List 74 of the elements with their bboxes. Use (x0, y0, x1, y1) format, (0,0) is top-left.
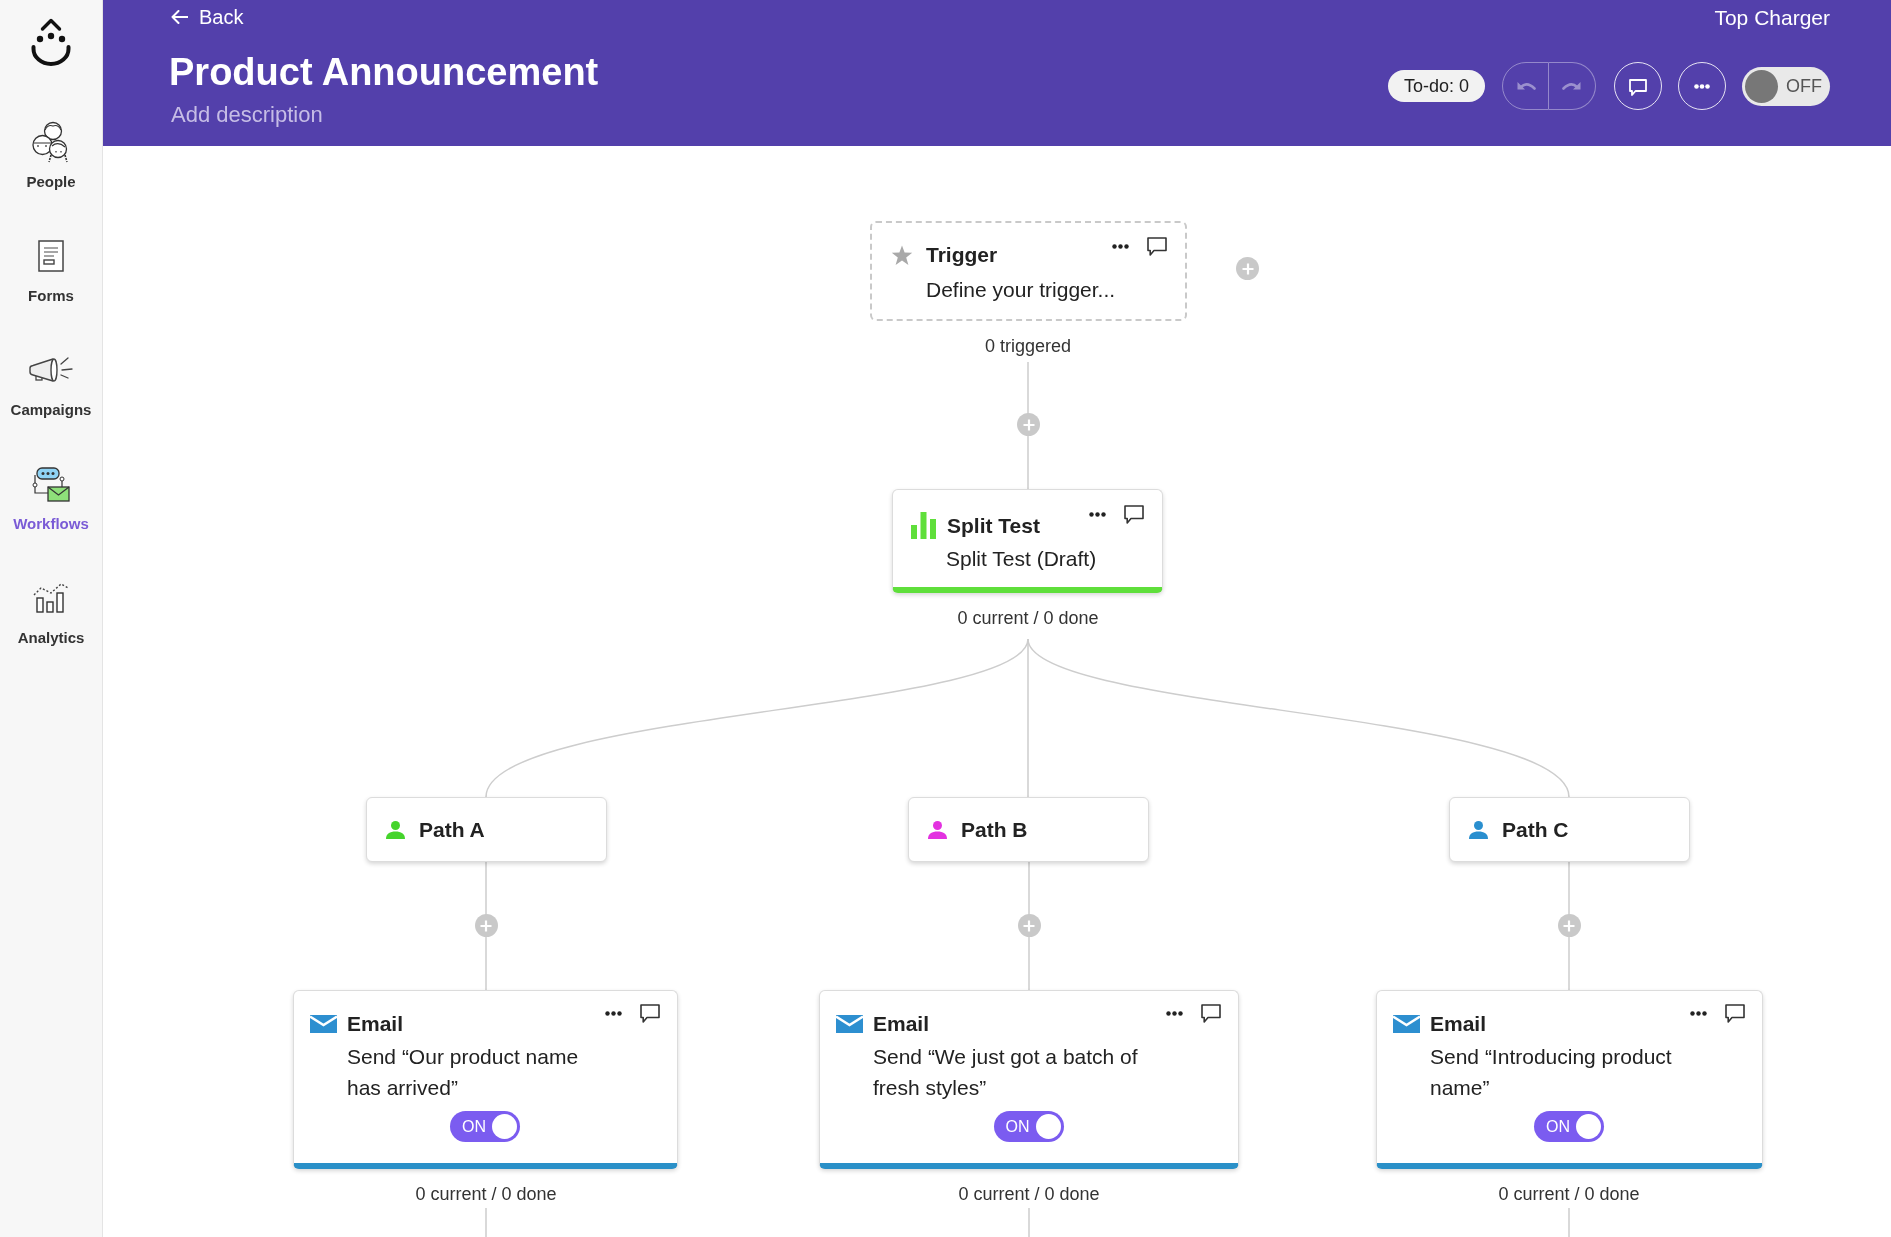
plus-icon (1023, 919, 1035, 932)
comment-icon (1629, 78, 1647, 96)
split-test-node[interactable]: Split Test Split Test (Draft) (892, 489, 1163, 593)
node-stat: 0 triggered (984, 335, 1072, 357)
email-description: Send “We just got a batch of fresh styles” (873, 1044, 1139, 1101)
node-title: Email (1430, 1012, 1487, 1036)
connector-line (1028, 1207, 1030, 1237)
megaphone-icon (28, 356, 74, 384)
toggle-switch[interactable]: ON (1534, 1111, 1604, 1142)
connector-line (485, 1207, 487, 1237)
back-link[interactable]: Back (169, 4, 244, 30)
envelope-icon (1393, 1015, 1420, 1033)
path-label: Path C (1502, 816, 1569, 843)
bar-chart-icon (911, 512, 936, 539)
node-stat: 0 current / 0 done (1498, 1183, 1640, 1205)
comment-icon[interactable] (1147, 236, 1167, 256)
node-stat: 0 current / 0 done (957, 607, 1099, 629)
star-icon (891, 244, 913, 266)
path-label: Path B (961, 816, 1028, 843)
path-node[interactable]: Path A (366, 797, 607, 862)
path-node[interactable]: Path C (1449, 797, 1690, 862)
people-icon (32, 121, 70, 163)
envelope-icon (836, 1015, 863, 1033)
node-title: Email (873, 1012, 930, 1036)
comment-icon[interactable] (1201, 1003, 1221, 1023)
redo-icon (1562, 80, 1582, 92)
node-subtitle: Split Test (Draft) (946, 546, 1098, 572)
sidebar-item[interactable]: People (26, 120, 76, 192)
more-icon[interactable] (1690, 1010, 1707, 1016)
sidebar-item[interactable]: Workflows (13, 462, 89, 534)
email-node[interactable]: Email Send “Our product name has arrived” ON (293, 990, 678, 1169)
smiley-logo-icon (31, 18, 71, 66)
email-description: Send “Our product name has arrived” (347, 1044, 580, 1101)
plus-icon (1241, 262, 1254, 275)
comment-icon[interactable] (1124, 504, 1144, 524)
email-description: Send “Introducing product name” (1430, 1044, 1673, 1101)
email-node[interactable]: Email Send “Introducing product name” ON (1376, 990, 1763, 1169)
undo-icon (1515, 80, 1536, 92)
more-icon[interactable] (1089, 511, 1106, 517)
plus-icon (1022, 418, 1035, 431)
path-label: Path A (419, 816, 485, 843)
comment-icon[interactable] (1725, 1003, 1745, 1023)
node-subtitle: Define your trigger... (926, 277, 1117, 303)
trigger-node[interactable]: Trigger Define your trigger... (870, 221, 1187, 321)
connector-line (1568, 1207, 1570, 1237)
sidebar-item[interactable]: Forms (28, 234, 74, 306)
workflow-title: Product Announcement (169, 50, 599, 94)
plus-icon (1563, 919, 1575, 932)
node-stat: 0 current / 0 done (415, 1183, 557, 1205)
node-title: Split Test (947, 512, 1040, 539)
toggle-switch[interactable]: ON (450, 1111, 520, 1142)
more-icon[interactable] (1166, 1010, 1183, 1016)
bar-chart-icon (33, 583, 69, 613)
node-title: Trigger (926, 242, 998, 268)
envelope-icon (310, 1015, 337, 1033)
document-icon (38, 240, 64, 272)
chat-and-mail-icon (32, 466, 70, 502)
sidebar-item[interactable]: Campaigns (10, 348, 92, 420)
account-name[interactable]: Top Charger (1714, 5, 1830, 31)
email-node[interactable]: Email Send “We just got a batch of fresh styles” ON (819, 990, 1239, 1169)
arrow-left-icon (171, 10, 188, 24)
more-icon (1694, 83, 1710, 89)
todo-button[interactable]: To-do: 0 (1387, 70, 1485, 102)
comment-icon[interactable] (640, 1003, 660, 1023)
toggle-switch[interactable]: OFF (1742, 66, 1830, 106)
more-icon[interactable] (605, 1010, 622, 1016)
path-node[interactable]: Path B (908, 797, 1149, 862)
plus-icon (480, 919, 492, 932)
more-icon[interactable] (1112, 243, 1129, 249)
sidebar-item[interactable]: Analytics (17, 576, 85, 648)
node-stat: 0 current / 0 done (958, 1183, 1100, 1205)
node-title: Email (347, 1012, 404, 1036)
toggle-switch[interactable]: ON (993, 1111, 1064, 1142)
description-field[interactable]: Add description (169, 101, 341, 129)
